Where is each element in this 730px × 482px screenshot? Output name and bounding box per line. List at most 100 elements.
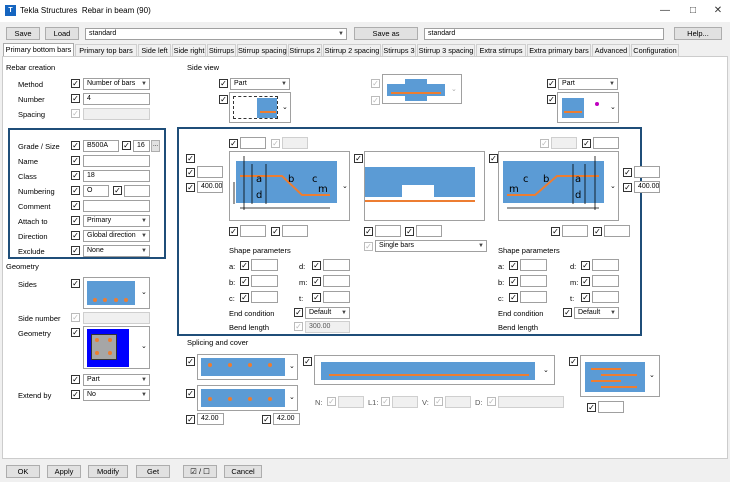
number-checkbox[interactable]: ✓ — [71, 94, 80, 103]
class-input[interactable]: 18 — [83, 170, 150, 182]
right-d-input[interactable] — [592, 259, 619, 271]
sides-checkbox[interactable]: ✓ — [71, 279, 80, 288]
minimize-icon[interactable]: — — [655, 3, 675, 19]
right-part-checkbox[interactable]: ✓ — [547, 79, 556, 88]
geometry-part-checkbox[interactable]: ✓ — [71, 375, 80, 384]
name-input[interactable] — [83, 155, 150, 167]
attach-checkbox[interactable]: ✓ — [71, 216, 80, 225]
l1-checkbox[interactable]: ✓ — [381, 397, 390, 406]
left-bottom-checkbox[interactable]: ✓ — [229, 227, 238, 236]
right-length-input[interactable]: 400.00 — [634, 181, 660, 193]
left-offset-input[interactable] — [197, 166, 223, 178]
left-length-input[interactable]: 400.00 — [197, 181, 223, 193]
right-bottom-input[interactable] — [562, 225, 588, 237]
right-c-checkbox[interactable]: ✓ — [509, 293, 518, 302]
mid-single-bar-picker[interactable] — [364, 151, 485, 221]
grade-input[interactable]: B500A — [83, 140, 119, 152]
method-dropdown[interactable]: Number of bars ▼ — [83, 78, 150, 90]
maximize-icon[interactable]: □ — [683, 3, 703, 19]
mid-checkbox[interactable]: ✓ — [354, 154, 363, 163]
v-input[interactable] — [445, 396, 471, 408]
left-end-condition-dropdown[interactable]: Default ▼ — [305, 307, 350, 319]
tab-stirrups-3[interactable]: Stirrups 3 — [382, 44, 416, 56]
right-b-checkbox[interactable]: ✓ — [509, 277, 518, 286]
left-m-checkbox[interactable]: ✓ — [312, 277, 321, 286]
sides-picker[interactable]: ⌄ — [83, 277, 150, 309]
comment-checkbox[interactable]: ✓ — [71, 201, 80, 210]
left-d-input[interactable] — [323, 259, 350, 271]
tab-stirrup-3-spacing[interactable]: Stirrup 3 spacing — [417, 44, 475, 56]
right-m-checkbox[interactable]: ✓ — [581, 277, 590, 286]
right-t-checkbox[interactable]: ✓ — [581, 293, 590, 302]
help-button[interactable]: Help... — [674, 27, 722, 40]
mid-bottom-checkbox[interactable]: ✓ — [371, 96, 380, 105]
left-c-input[interactable] — [251, 291, 278, 303]
attach-dropdown[interactable]: Primary ▼ — [83, 215, 150, 227]
class-checkbox[interactable]: ✓ — [71, 171, 80, 180]
numbering-start-checkbox[interactable]: ✓ — [113, 186, 122, 195]
splice-top-checkbox[interactable]: ✓ — [186, 357, 195, 366]
tab-stirrups-2[interactable]: Stirrups 2 — [288, 44, 322, 56]
left-bend-length-checkbox[interactable]: ✓ — [294, 322, 303, 331]
ok-button[interactable]: OK — [6, 465, 40, 478]
preset-dropdown[interactable]: standard ▼ — [85, 28, 347, 40]
right-length-checkbox[interactable]: ✓ — [623, 183, 632, 192]
mid-profile-picker[interactable]: ⌄ — [382, 74, 462, 104]
numbering-prefix-input[interactable]: O — [83, 185, 109, 197]
n-input[interactable] — [338, 396, 364, 408]
numbering-checkbox[interactable]: ✓ — [71, 186, 80, 195]
spacing-input[interactable] — [83, 108, 150, 120]
number-input[interactable]: 4 — [83, 93, 150, 105]
left-t-checkbox[interactable]: ✓ — [312, 293, 321, 302]
method-checkbox[interactable]: ✓ — [71, 79, 80, 88]
left-c-checkbox[interactable]: ✓ — [240, 293, 249, 302]
grade-checkbox[interactable]: ✓ — [71, 141, 80, 150]
single-bars-dropdown[interactable]: Single bars ▼ — [375, 240, 487, 252]
toggle-all-button[interactable]: ☑ / ☐ — [183, 465, 217, 478]
left-bend-checkbox[interactable]: ✓ — [186, 154, 195, 163]
right-bend-checkbox[interactable]: ✓ — [489, 154, 498, 163]
extend-dropdown[interactable]: No ▼ — [83, 389, 150, 401]
left-a-input[interactable] — [251, 259, 278, 271]
left-a-checkbox[interactable]: ✓ — [240, 261, 249, 270]
left-top-input[interactable] — [240, 137, 266, 149]
name-checkbox[interactable]: ✓ — [71, 156, 80, 165]
right-end-picker[interactable]: ⌄ — [557, 92, 619, 123]
right-m-input[interactable] — [592, 275, 619, 287]
splice-type-picker[interactable]: ⌄ — [314, 355, 555, 385]
v-checkbox[interactable]: ✓ — [434, 397, 443, 406]
numbering-start-input[interactable] — [124, 185, 150, 197]
close-icon[interactable]: ✕ — [708, 3, 728, 19]
tab-side-left[interactable]: Side left — [138, 44, 171, 56]
right-top2-input[interactable] — [551, 137, 577, 149]
single-bars-checkbox[interactable]: ✓ — [364, 242, 373, 251]
left-part-checkbox[interactable]: ✓ — [219, 79, 228, 88]
cover-right-checkbox[interactable]: ✓ — [262, 415, 271, 424]
tab-primary-top-bars[interactable]: Primary top bars — [75, 44, 137, 56]
right-bottom2-checkbox[interactable]: ✓ — [593, 227, 602, 236]
left-m-input[interactable] — [323, 275, 350, 287]
right-a-input[interactable] — [520, 259, 547, 271]
cover-left-input[interactable]: 42.00 — [197, 413, 224, 425]
tab-advanced[interactable]: Advanced — [592, 44, 630, 56]
left-b-input[interactable] — [251, 275, 278, 287]
left-part-dropdown[interactable]: Part ▼ — [230, 78, 290, 90]
left-end-picker[interactable]: ⌄ — [229, 92, 291, 123]
left-end-condition-checkbox[interactable]: ✓ — [294, 308, 303, 317]
n-checkbox[interactable]: ✓ — [327, 397, 336, 406]
splice-arrangement-picker[interactable]: ⌄ — [580, 355, 660, 397]
cover-right-input[interactable]: 42.00 — [273, 413, 300, 425]
right-bend-picker[interactable]: a d b c m ⌄ — [498, 151, 619, 221]
right-top-input[interactable] — [593, 137, 619, 149]
left-offset-checkbox[interactable]: ✓ — [186, 168, 195, 177]
left-bend-length-input[interactable]: 300.00 — [305, 321, 350, 333]
left-d-checkbox[interactable]: ✓ — [312, 261, 321, 270]
right-bottom-checkbox[interactable]: ✓ — [551, 227, 560, 236]
left-top-checkbox[interactable]: ✓ — [229, 139, 238, 148]
load-button[interactable]: Load — [45, 27, 79, 40]
tab-configuration[interactable]: Configuration — [631, 44, 679, 56]
right-end-checkbox[interactable]: ✓ — [547, 95, 556, 104]
right-t-input[interactable] — [592, 291, 619, 303]
splice-bottom-picker[interactable]: ⌄ — [197, 385, 298, 411]
get-button[interactable]: Get — [136, 465, 170, 478]
